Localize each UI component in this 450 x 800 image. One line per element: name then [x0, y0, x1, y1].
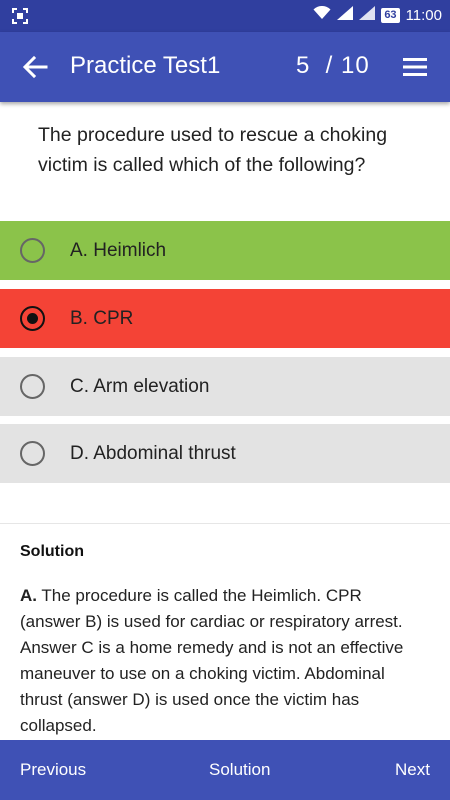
option-b[interactable]: B. CPR [0, 289, 450, 348]
signal-icon [359, 6, 376, 24]
divider [0, 523, 450, 524]
question-text: The procedure used to rescue a choking v… [38, 124, 388, 176]
status-bar: 63 11:00 [0, 0, 450, 32]
solution-heading: Solution [20, 543, 84, 560]
page-title: Practice Test1 [70, 52, 221, 79]
option-a[interactable]: A. Heimlich [0, 221, 450, 280]
radio-unchecked-icon[interactable] [20, 374, 45, 399]
solution-answer-letter: A. [20, 586, 37, 605]
solution-button[interactable]: Solution [209, 760, 270, 780]
radio-unchecked-icon[interactable] [20, 238, 45, 263]
next-button[interactable]: Next [395, 760, 430, 780]
bottom-nav: Previous Solution Next [0, 740, 450, 800]
arrow-back-icon[interactable] [22, 54, 48, 80]
question-progress: 5 / 10 [296, 52, 370, 79]
option-label: C. Arm elevation [70, 375, 210, 397]
option-d[interactable]: D. Abdominal thrust [0, 424, 450, 483]
radio-dot [26, 312, 38, 324]
option-label: A. Heimlich [70, 239, 167, 261]
option-c[interactable]: C. Arm elevation [0, 357, 450, 416]
solution-text: A. The procedure is called the Heimlich.… [20, 583, 425, 739]
previous-button[interactable]: Previous [20, 760, 86, 780]
option-label: B. CPR [70, 307, 134, 329]
option-label: D. Abdominal thrust [70, 442, 236, 464]
app-bar: Practice Test1 5 / 10 [0, 32, 450, 102]
battery-icon: 63 [381, 7, 400, 23]
wifi-icon [313, 5, 331, 24]
screenshot-icon [12, 8, 28, 29]
radio-checked-icon[interactable] [20, 306, 45, 331]
signal-icon [337, 6, 354, 24]
status-time: 11:00 [405, 6, 442, 24]
menu-icon[interactable] [402, 56, 428, 78]
radio-unchecked-icon[interactable] [20, 441, 45, 466]
solution-explanation: The procedure is called the Heimlich. CP… [20, 586, 404, 735]
